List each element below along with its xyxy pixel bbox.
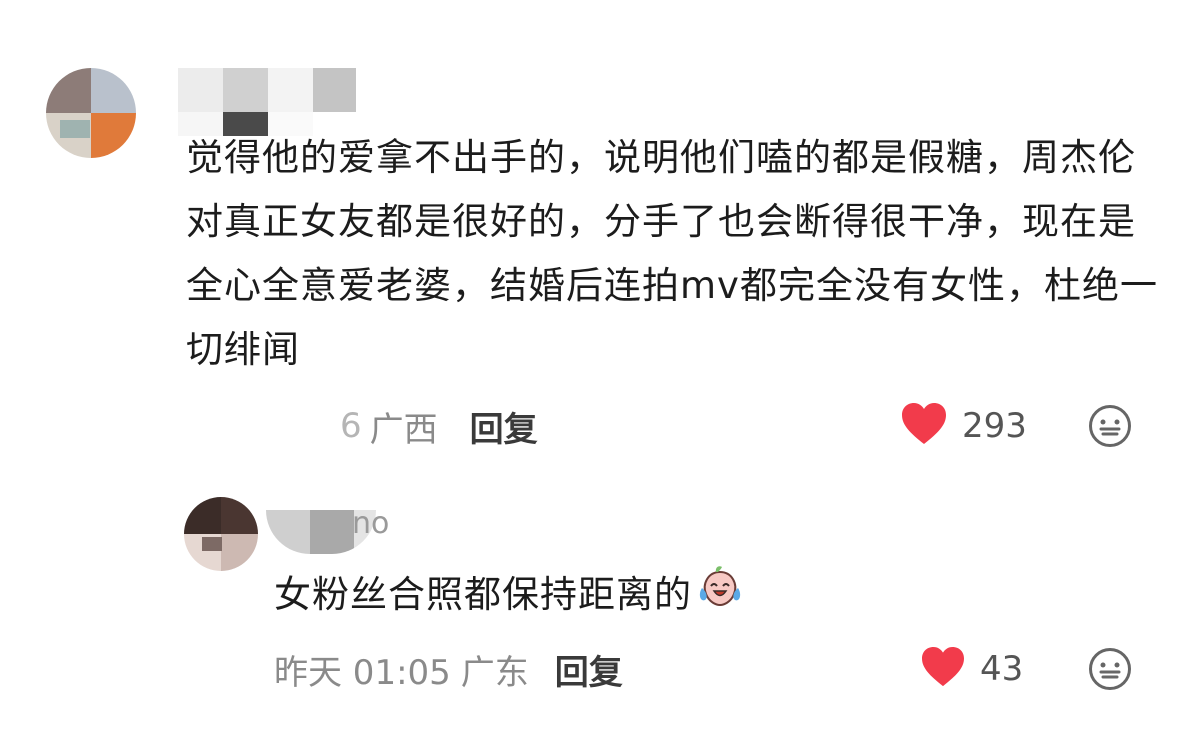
comment-meta: 6 广西 回复 (340, 402, 538, 450)
neutral-face-icon[interactable] (1088, 647, 1132, 695)
reply-button[interactable]: 回复 (555, 645, 623, 694)
reply-button[interactable]: 回复 (470, 402, 538, 451)
like-button[interactable]: 293 (900, 402, 1027, 450)
reply-text-row: 女粉丝合照都保持距离的 (274, 564, 744, 626)
crying-laugh-emoji (696, 564, 744, 626)
avatar[interactable] (184, 497, 258, 571)
neutral-face-icon[interactable] (1088, 404, 1132, 452)
heart-icon (900, 402, 948, 450)
comment-thread: 觉得他的爱拿不出手的，说明他们嗑的都是假糖，周杰伦对真正女友都是很好的，分手了也… (0, 0, 1200, 731)
comment-location: 广西 (369, 409, 438, 450)
comment-meta: 昨天 01:05 广东 回复 (274, 645, 623, 693)
heart-icon (920, 646, 966, 692)
comment-text: 觉得他的爱拿不出手的，说明他们嗑的都是假糖，周杰伦对真正女友都是很好的，分手了也… (186, 136, 1158, 371)
like-count: 43 (980, 649, 1024, 689)
comment-location: 广东 (460, 652, 529, 693)
username[interactable]: no (352, 506, 389, 541)
comment-time: 昨天 01:05 (274, 652, 451, 693)
comment-text: 女粉丝合照都保持距离的 (274, 573, 692, 616)
like-button[interactable]: 43 (920, 645, 1023, 693)
like-count: 293 (962, 406, 1027, 446)
avatar[interactable] (46, 68, 136, 158)
comment-time: 6 (340, 406, 362, 446)
